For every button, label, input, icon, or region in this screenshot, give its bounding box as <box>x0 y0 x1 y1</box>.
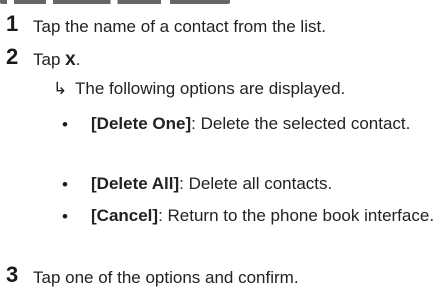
step-number-3: 3 <box>6 262 19 287</box>
bullet-1: • <box>62 115 68 134</box>
option-delete-one-label: [Delete One] <box>91 114 192 133</box>
result-line: ↳ The following options are displayed. <box>53 78 345 100</box>
step-number-1: 1 <box>6 11 19 36</box>
option-cancel: [Cancel]: Return to the phone book inter… <box>91 204 439 228</box>
option-delete-all-label: [Delete All] <box>91 174 180 193</box>
step-text-2: Tap x. <box>33 49 80 71</box>
option-delete-one-desc: : Delete the selected contact. <box>191 114 411 133</box>
step-number-2: 2 <box>6 44 19 69</box>
step-text-2-prefix: Tap <box>33 50 66 69</box>
option-delete-all: [Delete All]: Delete all contacts. <box>91 172 439 196</box>
result-arrow-icon: ↳ <box>53 79 68 98</box>
cut-off-heading-fragment <box>0 0 230 4</box>
result-text: The following options are displayed. <box>75 79 346 98</box>
bullet-3: • <box>62 207 68 226</box>
option-cancel-desc: : Return to the phone book interface. <box>158 206 435 225</box>
bullet-2: • <box>62 175 68 194</box>
step-text-1: Tap the name of a contact from the list. <box>33 17 326 36</box>
step-text-2-suffix: . <box>75 50 81 69</box>
cut-off-heading <box>0 0 446 4</box>
x-icon: x <box>65 49 76 70</box>
option-delete-one: [Delete One]: Delete the selected contac… <box>91 112 439 136</box>
option-delete-all-desc: : Delete all contacts. <box>179 174 333 193</box>
step-text-3: Tap one of the options and confirm. <box>33 268 299 287</box>
option-cancel-label: [Cancel] <box>91 206 159 225</box>
